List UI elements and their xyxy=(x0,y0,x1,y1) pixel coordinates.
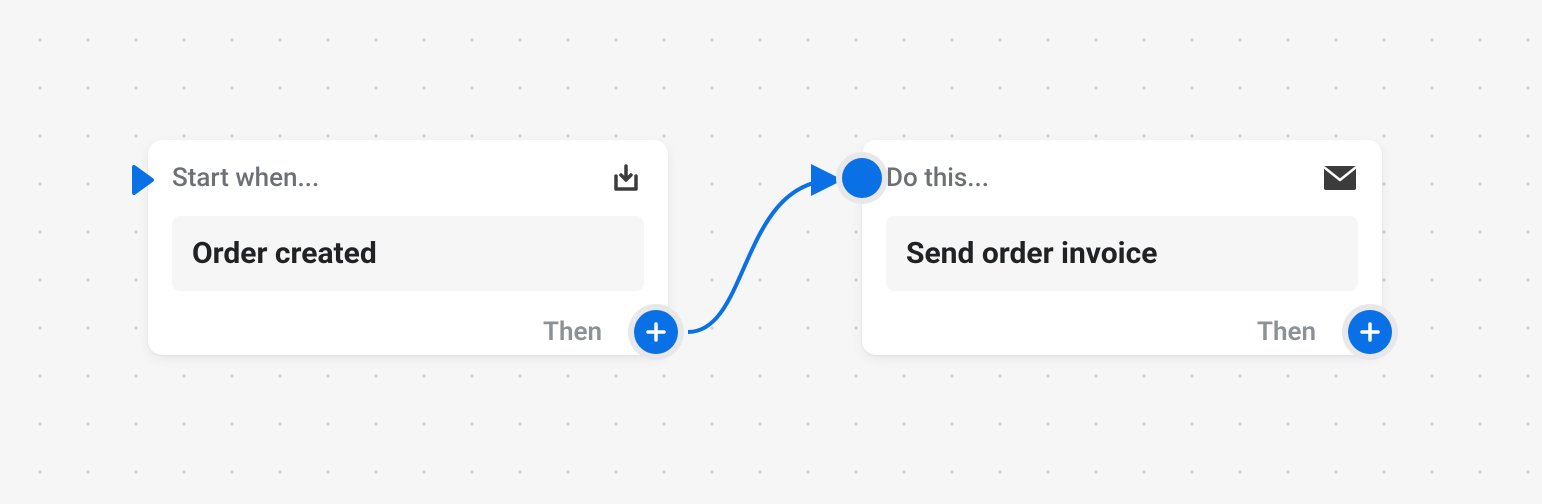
action-card[interactable]: Do this... Send order invoice Then xyxy=(862,140,1382,355)
add-step-button[interactable] xyxy=(634,310,678,354)
action-task-label: Send order invoice xyxy=(906,236,1157,271)
add-step-button[interactable] xyxy=(1348,310,1392,354)
download-icon xyxy=(608,160,644,196)
action-header-label: Do this... xyxy=(886,163,989,193)
trigger-condition[interactable]: Order created xyxy=(172,216,644,291)
action-card-footer: Then xyxy=(886,309,1382,355)
action-task[interactable]: Send order invoice xyxy=(886,216,1358,291)
trigger-card-footer: Then xyxy=(172,309,668,355)
then-label: Then xyxy=(543,317,602,347)
trigger-card[interactable]: Start when... Order created Then xyxy=(148,140,668,355)
entry-dot-icon xyxy=(842,158,882,198)
then-label: Then xyxy=(1257,317,1316,347)
play-icon xyxy=(130,162,158,198)
trigger-condition-label: Order created xyxy=(192,236,377,271)
trigger-card-header: Start when... xyxy=(172,160,644,196)
trigger-header-label: Start when... xyxy=(172,163,319,193)
mail-icon xyxy=(1322,160,1358,196)
action-card-header: Do this... xyxy=(886,160,1358,196)
workflow-canvas[interactable]: Start when... Order created Then xyxy=(0,0,1542,504)
